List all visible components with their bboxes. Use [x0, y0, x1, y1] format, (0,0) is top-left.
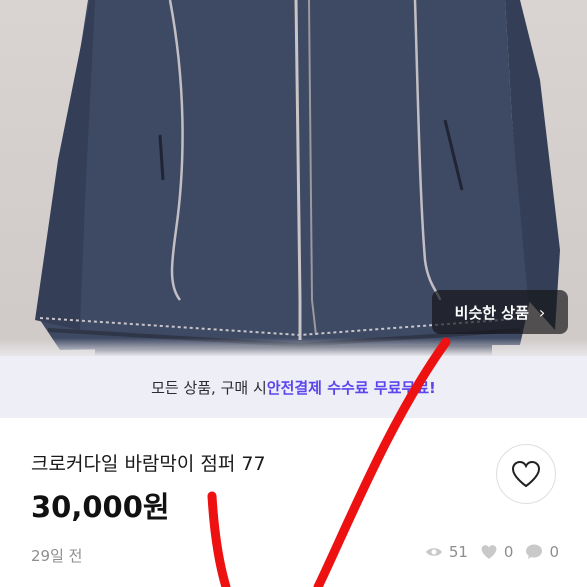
safe-payment-banner[interactable]: 모든 상품, 구매 시 안전결제 수수료 무료 무료! [0, 356, 587, 418]
likes-stat: 0 [480, 543, 514, 561]
similar-products-button[interactable]: 비슷한 상품 › [432, 290, 568, 334]
chats-count: 0 [549, 543, 559, 561]
product-title: 크로커다일 바람막이 점퍼 77 [31, 453, 266, 475]
similar-products-label: 비슷한 상품 [454, 303, 529, 322]
posted-time: 29일 전 [31, 547, 83, 565]
chats-stat: 0 [525, 543, 559, 561]
heart-icon [511, 460, 541, 488]
product-price: 30,000원 [31, 490, 170, 524]
likes-count: 0 [503, 543, 514, 561]
eye-icon [425, 548, 442, 556]
views-stat: 51 [425, 543, 468, 561]
product-image[interactable]: 비슷한 상품 › [0, 0, 587, 356]
chevron-right-icon: › [538, 302, 546, 322]
banner-highlight: 안전결제 수수료 무료 [266, 378, 402, 397]
views-count: 51 [448, 543, 468, 561]
banner-suffix: 무료! [401, 378, 436, 397]
photo-bottom-fade [0, 338, 587, 356]
banner-prefix: 모든 상품, 구매 시 [151, 378, 267, 397]
like-button[interactable] [496, 444, 556, 504]
product-stats: 51 0 0 [425, 543, 559, 561]
chat-bubble-icon [526, 544, 543, 559]
heart-icon [481, 545, 497, 559]
